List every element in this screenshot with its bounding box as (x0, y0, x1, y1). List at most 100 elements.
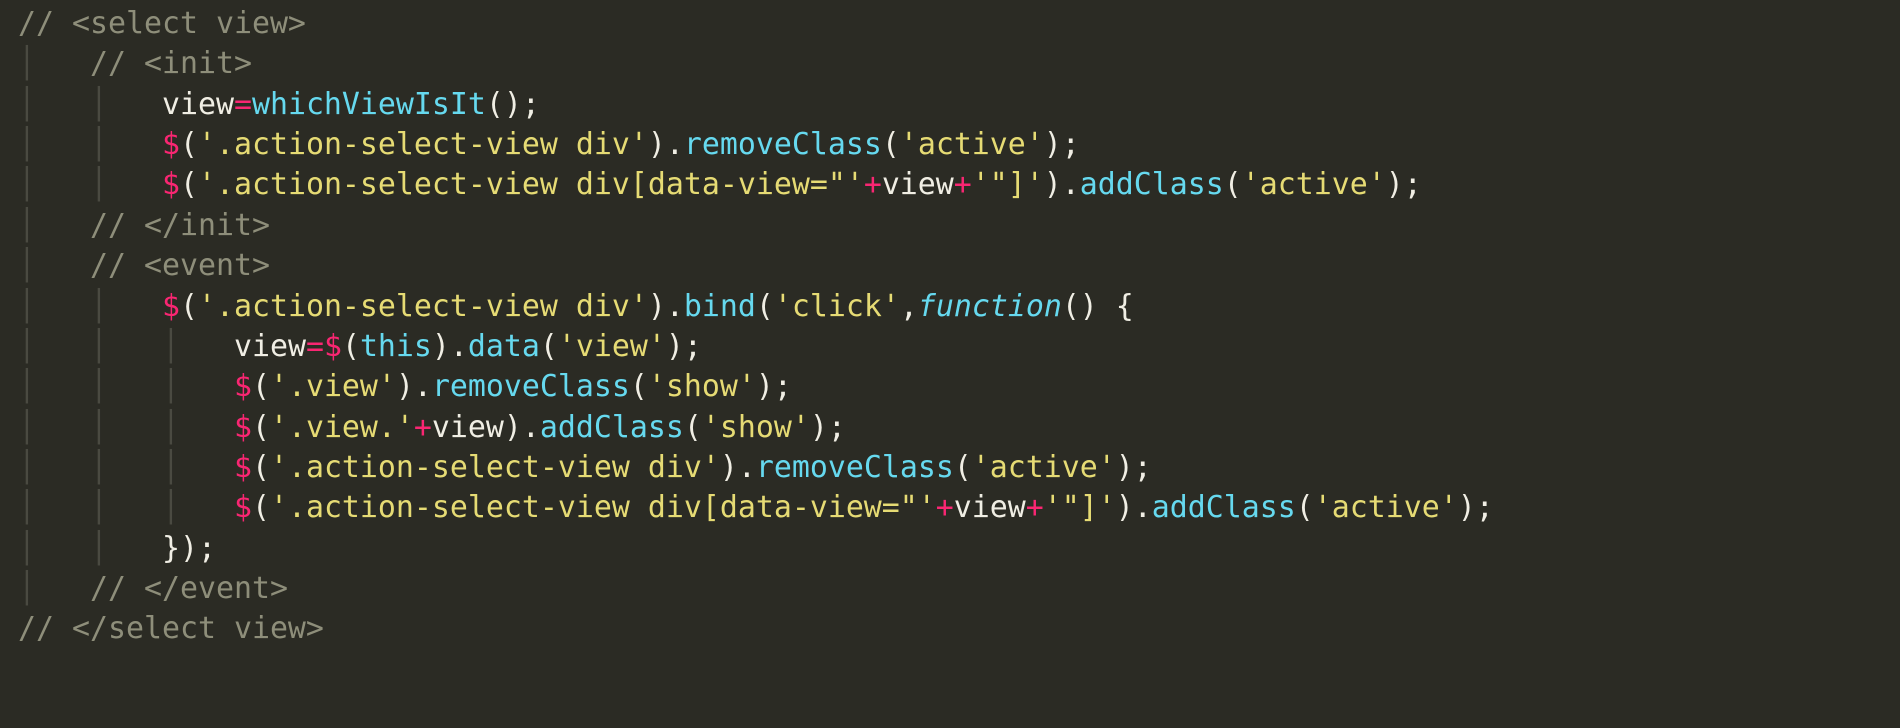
code-editor-content[interactable]: // <select view> │ // <init> │ │ view =wh… (0, 0, 1900, 650)
indent-guide: │ (90, 531, 162, 566)
code-token: 'view' (558, 329, 666, 364)
code-token: ); (666, 329, 702, 364)
indent-guide: │ (18, 369, 90, 404)
code-token: whichViewIsIt (252, 87, 486, 122)
left-margin (0, 87, 18, 122)
code-token: ). (432, 329, 468, 364)
code-token: view (882, 167, 954, 202)
left-margin (0, 127, 18, 162)
code-line: │ │ $('.action-select-view div[data-view… (0, 165, 1900, 205)
code-token: ( (630, 369, 648, 404)
code-token: // </select view> (18, 611, 324, 646)
code-token: ). (396, 369, 432, 404)
code-token: 'show' (648, 369, 756, 404)
code-token: addClass (1080, 167, 1224, 202)
code-token: ( (180, 167, 198, 202)
code-token: 'show' (702, 410, 810, 445)
code-token: '.view.' (270, 410, 414, 445)
code-token: ). (1044, 167, 1080, 202)
code-token: ( (252, 490, 270, 525)
code-token: ); (756, 369, 792, 404)
indent-guide: │ (90, 450, 162, 485)
code-token: ); (1458, 490, 1494, 525)
indent-guide: │ (18, 87, 90, 122)
code-token: view (954, 490, 1026, 525)
code-token: ( (342, 329, 360, 364)
indent-guide: │ (18, 410, 90, 445)
indent-guide: │ (18, 289, 90, 324)
left-margin (0, 46, 18, 81)
indent-guide: │ (90, 87, 162, 122)
code-line: │ // <event> (0, 246, 1900, 286)
code-token: $ (162, 289, 180, 324)
code-token: $ (234, 450, 252, 485)
code-line: │ │ $('.action-select-view div').bind('c… (0, 287, 1900, 327)
code-token: + (414, 410, 432, 445)
code-token: removeClass (684, 127, 882, 162)
code-token: removeClass (756, 450, 954, 485)
code-token: $ (234, 369, 252, 404)
code-token: ( (180, 289, 198, 324)
indent-guide: │ (18, 490, 90, 525)
indent-guide: │ (90, 410, 162, 445)
code-token: ( (180, 127, 198, 162)
code-token: $ (162, 127, 180, 162)
left-margin (0, 611, 18, 646)
code-line: // <select view> (0, 4, 1900, 44)
code-token: 'active' (900, 127, 1044, 162)
code-token: 'active' (972, 450, 1116, 485)
code-token: ). (720, 450, 756, 485)
left-margin (0, 450, 18, 485)
code-token: this (360, 329, 432, 364)
indent-guide: │ (90, 329, 162, 364)
indent-guide: │ (162, 450, 234, 485)
code-token: ( (1224, 167, 1242, 202)
code-token: view). (432, 410, 540, 445)
code-token: $ (162, 167, 180, 202)
code-line: │ │ │ $('.action-select-view div').remov… (0, 448, 1900, 488)
code-token: ( (1296, 490, 1314, 525)
code-token: ( (684, 410, 702, 445)
code-token: ); (810, 410, 846, 445)
code-token: addClass (1152, 490, 1296, 525)
code-token: // </event> (90, 571, 288, 606)
code-token: ). (648, 289, 684, 324)
code-line: │ │ }); (0, 529, 1900, 569)
code-token: + (954, 167, 972, 202)
indent-guide: │ (18, 450, 90, 485)
code-token: ( (252, 450, 270, 485)
indent-guide: │ (18, 167, 90, 202)
code-token: ( (252, 369, 270, 404)
left-margin (0, 248, 18, 283)
code-line: │ │ │ $('.view').removeClass('show'); (0, 367, 1900, 407)
indent-guide: │ (90, 369, 162, 404)
code-token: ); (1386, 167, 1422, 202)
code-token: // </init> (90, 208, 270, 243)
code-line: // </select view> (0, 609, 1900, 649)
left-margin (0, 167, 18, 202)
code-token: '.action-select-view div[data-view="' (198, 167, 864, 202)
code-token: (); (486, 87, 540, 122)
code-line: │ // <init> (0, 44, 1900, 84)
code-token: $ (234, 410, 252, 445)
code-token: '"]' (972, 167, 1044, 202)
code-token: // <init> (90, 46, 252, 81)
indent-guide: │ (162, 410, 234, 445)
code-token: $ (234, 490, 252, 525)
code-token: () { (1062, 289, 1134, 324)
code-token: ( (882, 127, 900, 162)
code-line: │ // </init> (0, 206, 1900, 246)
code-token: '.view' (270, 369, 396, 404)
code-token: = (234, 87, 252, 122)
indent-guide: │ (162, 329, 234, 364)
code-token: bind (684, 289, 756, 324)
code-token: '.action-select-view div' (198, 289, 648, 324)
indent-guide: │ (90, 167, 162, 202)
indent-guide: │ (90, 127, 162, 162)
code-token: + (1026, 490, 1044, 525)
left-margin (0, 490, 18, 525)
code-token: function (918, 289, 1062, 324)
code-line: │ // </event> (0, 569, 1900, 609)
code-token: ); (1116, 450, 1152, 485)
left-margin (0, 410, 18, 445)
